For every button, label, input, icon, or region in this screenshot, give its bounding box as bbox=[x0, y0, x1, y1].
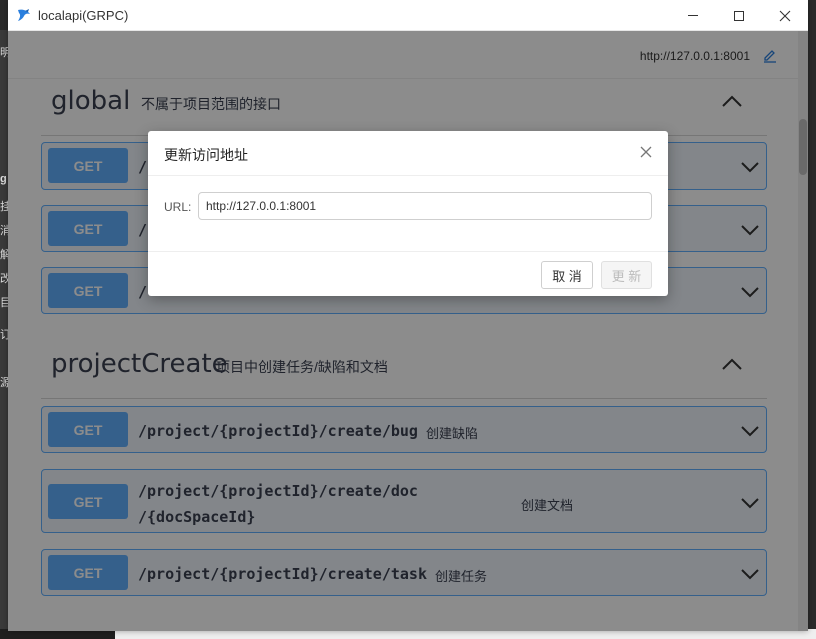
desktop-text: 订 bbox=[0, 329, 8, 341]
title-bar[interactable]: localapi(GRPC) bbox=[8, 0, 808, 31]
dialog-title: 更新访问地址 bbox=[164, 147, 248, 163]
desktop-text: 改 bbox=[0, 273, 8, 285]
desktop-text: 解 bbox=[0, 249, 8, 261]
window-title: localapi(GRPC) bbox=[38, 8, 129, 23]
modal-backdrop[interactable] bbox=[8, 31, 808, 631]
close-icon bbox=[779, 10, 791, 21]
close-window-button[interactable] bbox=[762, 0, 808, 31]
desktop-text: 明 bbox=[0, 47, 8, 59]
minimize-button[interactable] bbox=[670, 0, 716, 31]
url-input[interactable]: http://127.0.0.1:8001 bbox=[198, 192, 652, 220]
update-url-dialog: 更新访问地址 URL: http://127.0.0.1:8001 取 消 更 … bbox=[148, 131, 668, 296]
maximize-icon bbox=[734, 10, 744, 21]
desktop-text: 挂 bbox=[0, 201, 8, 213]
minimize-icon bbox=[688, 15, 698, 16]
desktop-text: 目 bbox=[0, 297, 8, 309]
desktop-text: 源 bbox=[0, 377, 8, 389]
app-window: localapi(GRPC) http://127.0.0.1:8001 glo… bbox=[8, 0, 808, 631]
maximize-button[interactable] bbox=[716, 0, 762, 31]
desktop-text: 消 bbox=[0, 225, 8, 237]
dialog-header: 更新访问地址 bbox=[148, 131, 668, 176]
url-label: URL: bbox=[164, 200, 192, 214]
bird-logo-icon bbox=[18, 9, 30, 21]
dialog-body: URL: http://127.0.0.1:8001 bbox=[148, 176, 668, 252]
close-icon[interactable] bbox=[640, 146, 652, 158]
update-button[interactable]: 更 新 bbox=[601, 261, 652, 289]
cancel-button[interactable]: 取 消 bbox=[541, 261, 593, 289]
desktop-text: g bbox=[0, 173, 7, 185]
